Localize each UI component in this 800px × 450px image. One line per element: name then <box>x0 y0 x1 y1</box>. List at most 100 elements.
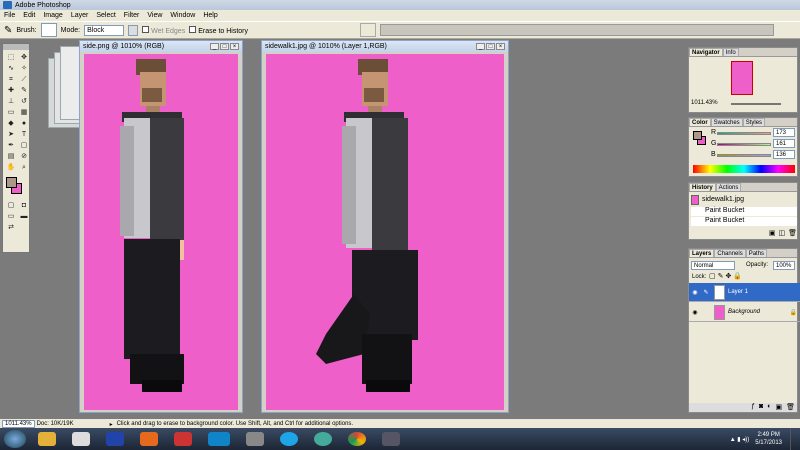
red-value[interactable]: 173 <box>773 128 795 137</box>
tab-swatches[interactable]: Swatches <box>710 118 743 126</box>
color-ramp[interactable] <box>693 165 795 173</box>
close-icon[interactable]: × <box>230 43 239 50</box>
tab-history[interactable]: History <box>689 183 716 191</box>
marquee-tool-icon[interactable]: ⬚ <box>5 53 17 63</box>
tab-info[interactable]: Info <box>722 48 739 56</box>
menu-image[interactable]: Image <box>39 12 66 19</box>
document-window-side[interactable]: side.png @ 1010% (RGB) _ □ × <box>79 40 243 413</box>
new-snapshot-icon[interactable]: ◫ <box>778 229 785 238</box>
notes-tool-icon[interactable]: ▤ <box>5 152 17 162</box>
adjustment-layer-icon[interactable]: ◐ <box>767 403 771 412</box>
eraser-tool-icon[interactable]: ▭ <box>5 108 17 118</box>
firefox-taskbar-icon[interactable] <box>140 432 158 446</box>
eye-icon[interactable]: ◉ <box>689 309 701 316</box>
red-slider[interactable] <box>717 132 771 135</box>
menu-filter[interactable]: Filter <box>120 12 144 19</box>
quickmask-mode-icon[interactable]: ◘ <box>18 201 30 211</box>
close-icon[interactable]: × <box>496 43 505 50</box>
minimize-icon[interactable]: _ <box>210 43 219 50</box>
layer-row-layer1[interactable]: ◉ ✎ Layer 1 <box>689 283 800 302</box>
screen-mode-full-icon[interactable]: ▬ <box>18 212 30 222</box>
dodge-tool-icon[interactable]: ● <box>18 119 30 129</box>
show-desktop-button[interactable] <box>790 428 800 450</box>
menu-layer[interactable]: Layer <box>67 12 93 19</box>
talk-taskbar-icon[interactable] <box>72 432 90 446</box>
type-tool-icon[interactable]: T <box>18 130 30 140</box>
navigator-zoom[interactable]: 1011.43% <box>691 100 718 106</box>
start-button[interactable] <box>4 430 26 448</box>
document-window-sidewalk[interactable]: sidewalk1.jpg @ 1010% (Layer 1,RGB) _ □ × <box>261 40 509 413</box>
clone-stamp-icon[interactable]: ⊥ <box>5 97 17 107</box>
triangle-icon[interactable]: ▸ <box>110 421 113 428</box>
tool-presets-button[interactable] <box>360 23 377 37</box>
menu-file[interactable]: File <box>0 12 19 19</box>
menu-window[interactable]: Window <box>166 12 199 19</box>
blur-tool-icon[interactable]: ◆ <box>5 119 17 129</box>
standard-mode-icon[interactable]: ▢ <box>5 201 17 211</box>
opacity-value[interactable]: 100% <box>773 261 795 270</box>
eye-icon[interactable]: ◉ <box>689 289 701 296</box>
menu-view[interactable]: View <box>143 12 166 19</box>
healing-brush-icon[interactable]: ✚ <box>5 86 17 96</box>
skype-taskbar-icon[interactable] <box>280 432 298 446</box>
tab-styles[interactable]: Styles <box>742 118 766 126</box>
blend-mode-select[interactable]: Normal <box>691 261 735 270</box>
mode-select[interactable]: Block <box>84 24 125 36</box>
minimize-icon[interactable]: _ <box>476 43 485 50</box>
slice-tool-icon[interactable]: ⟋ <box>18 75 30 85</box>
color-fg-swatch[interactable] <box>693 131 702 140</box>
hand-tool-icon[interactable]: ✋ <box>5 163 17 173</box>
new-document-icon[interactable]: ▣ <box>769 229 776 238</box>
shape-tool-icon[interactable]: ▢ <box>18 141 30 151</box>
folder-taskbar-icon[interactable] <box>382 432 400 446</box>
trash-icon[interactable]: 🗑 <box>786 403 795 412</box>
wet-edges-checkbox[interactable]: Wet Edges <box>142 25 185 35</box>
green-value[interactable]: 161 <box>773 139 795 148</box>
history-brush-icon[interactable]: ↺ <box>18 97 30 107</box>
photoshop-taskbar-icon[interactable] <box>208 432 230 446</box>
chrome-taskbar-icon[interactable] <box>348 432 366 446</box>
color-swatches[interactable] <box>5 177 27 195</box>
magic-wand-icon[interactable]: ✧ <box>18 64 30 74</box>
new-layer-icon[interactable]: ▣ <box>775 403 782 412</box>
blue-slider[interactable] <box>717 154 771 157</box>
layer-style-icon[interactable]: ƒ <box>751 403 755 412</box>
mask-icon[interactable]: ◙ <box>759 403 763 412</box>
opacity-field[interactable] <box>128 24 139 36</box>
tab-actions[interactable]: Actions <box>715 183 742 191</box>
trash-icon[interactable]: 🗑 <box>788 229 797 238</box>
game-taskbar-icon[interactable] <box>246 432 264 446</box>
lock-icons[interactable]: ▢✎✥🔒 <box>709 272 744 280</box>
move-tool-icon[interactable]: ✥ <box>18 53 30 63</box>
maximize-icon[interactable]: □ <box>486 43 495 50</box>
green-slider[interactable] <box>717 143 771 146</box>
lasso-tool-icon[interactable]: ∿ <box>5 64 17 74</box>
screen-mode-standard-icon[interactable]: ▭ <box>5 212 17 222</box>
tab-color[interactable]: Color <box>689 118 711 126</box>
menu-edit[interactable]: Edit <box>19 12 39 19</box>
brush-preset-picker[interactable] <box>40 23 57 37</box>
status-doc-size[interactable]: Doc: 10K/19K <box>37 421 74 427</box>
brush-tool-icon[interactable]: ✎ <box>18 86 30 96</box>
tab-paths[interactable]: Paths <box>745 249 768 257</box>
tab-channels[interactable]: Channels <box>714 249 746 257</box>
blue-value[interactable]: 136 <box>773 150 795 159</box>
crop-tool-icon[interactable]: ⌗ <box>5 75 17 85</box>
history-item[interactable]: Paint Bucket <box>691 207 797 216</box>
history-snapshot[interactable]: sidewalk1.jpg <box>691 194 797 205</box>
maximize-icon[interactable]: □ <box>220 43 229 50</box>
tray-icons[interactable]: ▲ ▮ ◂)) <box>730 436 750 443</box>
history-item[interactable]: Paint Bucket <box>691 217 797 226</box>
zoom-tool-icon[interactable]: ⌕ <box>18 163 30 173</box>
eraser-icon[interactable]: ✎ <box>4 25 12 36</box>
tab-layers[interactable]: Layers <box>689 249 715 257</box>
foreground-color-swatch[interactable] <box>6 177 17 188</box>
clock[interactable]: 2:49 PM 5/17/2013 <box>755 431 782 447</box>
eyedropper-icon[interactable]: ⊘ <box>18 152 30 162</box>
layer-row-background[interactable]: ◉ Background 🔒 <box>689 303 800 322</box>
erase-history-checkbox[interactable]: Erase to History <box>189 25 248 35</box>
app-taskbar-icon[interactable] <box>174 432 192 446</box>
navigator-zoom-slider[interactable] <box>731 103 781 105</box>
menu-help[interactable]: Help <box>199 12 221 19</box>
explorer-taskbar-icon[interactable] <box>38 432 56 446</box>
